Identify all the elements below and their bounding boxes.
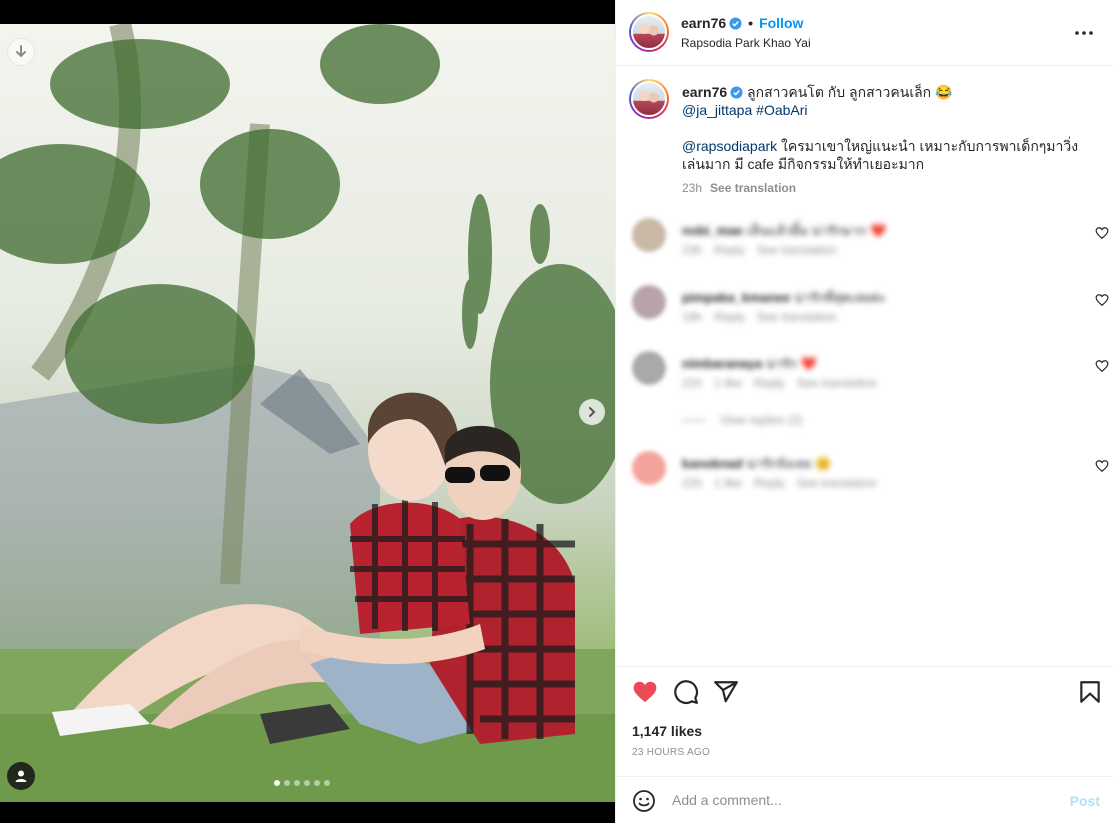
comment-text: kanoknad น่ารักจังเลย 😊 <box>682 453 831 474</box>
comment-item: nobi_mae เห็นแล้วยิ้ม น่ารักมาก ❤️ 23h Re… <box>629 218 1109 268</box>
comment-meta: 19h Reply See translation <box>682 310 849 324</box>
carousel-dot[interactable] <box>324 780 330 786</box>
see-translation-link[interactable]: See translation <box>797 376 877 390</box>
download-button[interactable] <box>7 38 35 66</box>
post-comment-button[interactable]: Post <box>1070 793 1100 809</box>
reply-button[interactable]: Reply <box>754 376 785 390</box>
carousel-indicator <box>274 780 330 786</box>
comment-body: น่ารัก ❤️ <box>765 356 817 371</box>
caption-age: 23h <box>682 181 703 195</box>
comment-meta: 21h 1 like Reply See translation <box>682 376 889 390</box>
comment-author[interactable]: nimbaranaya <box>682 356 762 371</box>
more-options-button[interactable] <box>1073 22 1095 44</box>
caption-line: ลูกสาวคนโต กับ ลูกสาวคนเล็ก 😂 <box>747 84 953 100</box>
post-panel: earn76 • Follow Rapsodia Park Khao Yai e… <box>615 0 1113 823</box>
comment-avatar[interactable] <box>632 285 666 319</box>
comment-input[interactable] <box>672 789 1032 811</box>
author-line: earn76 • Follow <box>681 15 803 31</box>
carousel-dot[interactable] <box>304 780 310 786</box>
comment-text: nimbaranaya น่ารัก ❤️ <box>682 353 817 374</box>
author-username[interactable]: earn76 <box>681 15 726 31</box>
caption-meta: 23h See translation <box>682 179 1099 197</box>
comment-author[interactable]: kanoknad <box>682 456 743 471</box>
comment-item: kanoknad น่ารักจังเลย 😊 22h 1 like Reply Se… <box>629 451 1109 501</box>
comment-body: เห็นแล้วยิ้ม น่ารักมาก ❤️ <box>746 223 887 238</box>
comment-text: pimpaka_kmanee น่ารักที่สุดเลยค่ะ <box>682 287 886 308</box>
photo-scene <box>0 24 615 802</box>
post-media <box>0 0 615 823</box>
comment-avatar[interactable] <box>632 451 666 485</box>
verified-badge-icon <box>729 16 742 30</box>
likes-count[interactable]: 1,147 likes <box>632 723 702 739</box>
view-replies-button[interactable]: View replies (2) <box>682 413 802 427</box>
heart-outline-icon[interactable] <box>1095 293 1109 307</box>
arrow-down-icon <box>16 45 26 58</box>
bookmark-icon[interactable] <box>1077 679 1103 705</box>
heart-outline-icon[interactable] <box>1095 459 1109 473</box>
tagged-users-button[interactable] <box>7 762 35 790</box>
separator: • <box>748 15 754 31</box>
carousel-dot[interactable] <box>284 780 290 786</box>
see-translation-link[interactable]: See translation <box>757 310 837 324</box>
follow-button[interactable]: Follow <box>759 15 803 31</box>
comment-body: น่ารักที่สุดเลยค่ะ <box>794 290 886 305</box>
caption-username[interactable]: earn76 <box>682 84 727 100</box>
comment-meta: 22h 1 like Reply See translation <box>682 476 889 490</box>
caption-text: earn76 ลูกสาวคนโต กับ ลูกสาวคนเล็ก 😂 @ja… <box>682 79 1099 197</box>
carousel-dot[interactable] <box>314 780 320 786</box>
comment-author[interactable]: nobi_mae <box>682 223 743 238</box>
chevron-right-icon <box>589 407 596 417</box>
comment-age: 22h <box>682 476 703 490</box>
heart-outline-icon[interactable] <box>1095 359 1109 373</box>
carousel-next-button[interactable] <box>579 399 605 425</box>
comment-avatar[interactable] <box>632 351 666 385</box>
carousel-dot[interactable] <box>294 780 300 786</box>
comment-age: 21h <box>682 376 703 390</box>
more-horizontal-icon <box>1075 31 1093 35</box>
comments-section: earn76 ลูกสาวคนโต กับ ลูกสาวคนเล็ก 😂 @ja… <box>616 66 1113 666</box>
hashtag-link[interactable]: #OabAri <box>756 102 807 118</box>
post-caption: earn76 ลูกสาวคนโต กับ ลูกสาวคนเล็ก 😂 @ja… <box>629 79 1099 197</box>
comment-item: nimbaranaya น่ารัก ❤️ 21h 1 like Reply See … <box>629 351 1109 401</box>
share-icon[interactable] <box>713 679 739 705</box>
see-translation-link[interactable]: See translation <box>710 181 796 195</box>
comment-author[interactable]: pimpaka_kmanee <box>682 290 790 305</box>
mention-link[interactable]: @rapsodiapark <box>682 138 777 154</box>
comment-likes[interactable]: 1 like <box>714 376 742 390</box>
reply-button[interactable]: Reply <box>714 243 745 257</box>
see-translation-link[interactable]: See translation <box>757 243 837 257</box>
heart-outline-icon[interactable] <box>1095 226 1109 240</box>
emoji-icon[interactable] <box>632 789 656 813</box>
mention-link[interactable]: @ja_jittapa <box>682 102 752 118</box>
comment-meta: 23h Reply See translation <box>682 243 849 257</box>
comment-age: 19h <box>682 310 703 324</box>
author-avatar[interactable] <box>629 12 669 52</box>
add-comment-bar: Post <box>616 776 1113 823</box>
post-location[interactable]: Rapsodia Park Khao Yai <box>681 36 811 50</box>
comment-body: น่ารักจังเลย 😊 <box>746 456 832 471</box>
post-header: earn76 • Follow Rapsodia Park Khao Yai <box>616 0 1113 66</box>
comment-age: 23h <box>682 243 703 257</box>
heart-filled-icon[interactable] <box>632 679 658 705</box>
reply-button[interactable]: Reply <box>714 310 745 324</box>
reply-button[interactable]: Reply <box>754 476 785 490</box>
caption-author-avatar[interactable] <box>629 79 669 119</box>
comment-icon[interactable] <box>673 679 699 705</box>
user-icon <box>15 770 27 782</box>
caption-body: @rapsodiapark ใครมาเขาใหญ่แนะนำ เหมาะกับ… <box>682 137 1099 173</box>
verified-badge-icon <box>730 86 743 99</box>
post-actions: 1,147 likes 23 HOURS AGO <box>616 666 1113 776</box>
comment-avatar[interactable] <box>632 218 666 252</box>
post-photo[interactable] <box>0 24 615 802</box>
carousel-dot[interactable] <box>274 780 280 786</box>
comment-likes[interactable]: 1 like <box>714 476 742 490</box>
comment-text: nobi_mae เห็นแล้วยิ้ม น่ารักมาก ❤️ <box>682 220 886 241</box>
see-translation-link[interactable]: See translation <box>797 476 877 490</box>
post-timestamp: 23 HOURS AGO <box>632 747 711 758</box>
comment-item: pimpaka_kmanee น่ารักที่สุดเลยค่ะ 19h Rep… <box>629 285 1109 335</box>
